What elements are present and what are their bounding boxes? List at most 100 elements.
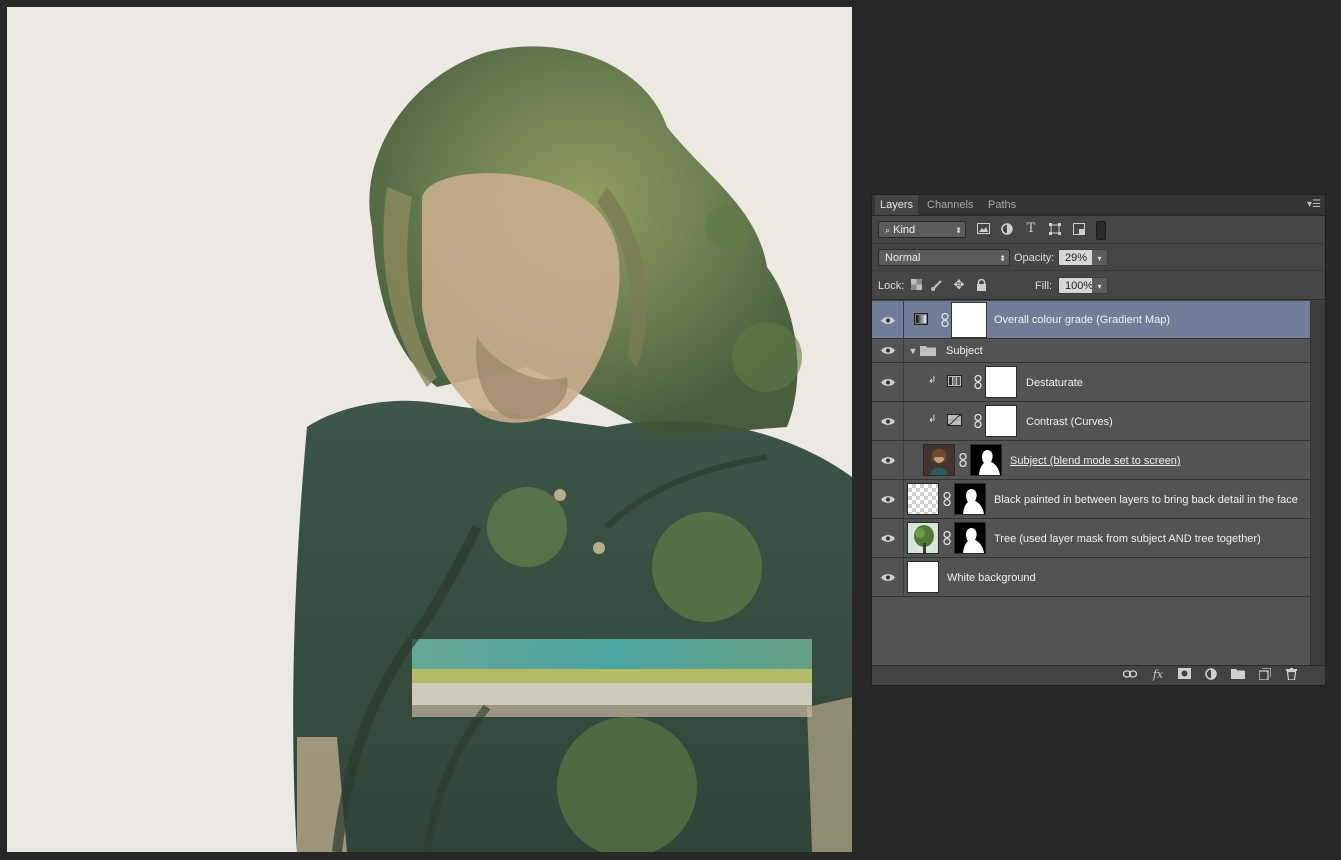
blend-mode-value: Normal: [885, 252, 921, 264]
tab-paths[interactable]: Paths: [983, 195, 1021, 215]
triangle-down-icon[interactable]: ▼: [906, 344, 920, 358]
layer-mask-thumbnail[interactable]: [985, 366, 1017, 398]
chevron-down-icon[interactable]: ▾: [1092, 278, 1107, 293]
layer-destaturate[interactable]: ↲ Destaturate: [872, 363, 1311, 402]
visibility-toggle[interactable]: [872, 441, 904, 479]
lock-transparent-pixels-icon[interactable]: [909, 279, 923, 293]
layer-subject-screen[interactable]: Subject (blend mode set to screen): [872, 441, 1311, 480]
link-layers-icon[interactable]: [1122, 668, 1138, 682]
link-icon[interactable]: [941, 313, 949, 327]
layer-tree[interactable]: Tree (used layer mask from subject AND t…: [872, 519, 1311, 558]
lock-image-pixels-icon[interactable]: [930, 279, 944, 293]
panel-menu-icon[interactable]: ▾☰: [1307, 199, 1321, 210]
layers-scrollbar[interactable]: [1310, 301, 1325, 667]
filter-row: ⌕ Kind ⬍ T: [872, 216, 1325, 244]
layer-white-thumbnail[interactable]: [907, 561, 939, 593]
filter-type-icon[interactable]: T: [1024, 222, 1038, 236]
clipping-arrow-icon: ↲: [928, 375, 937, 386]
new-adjustment-layer-icon[interactable]: [1203, 668, 1219, 682]
filter-adjustment-icon[interactable]: [1000, 223, 1014, 237]
layer-contrast-curves[interactable]: ↲ Contrast (Curves): [872, 402, 1311, 441]
filter-smart-object-icon[interactable]: [1072, 223, 1086, 237]
filter-kind-select[interactable]: ⌕ Kind ⬍: [878, 221, 966, 238]
filter-kind-label: Kind: [893, 224, 916, 236]
visibility-toggle[interactable]: [872, 363, 904, 401]
blend-mode-select[interactable]: Normal ⬍: [878, 249, 1010, 266]
layer-name: Tree (used layer mask from subject AND t…: [994, 533, 1261, 545]
eye-icon: [881, 347, 895, 354]
layer-overall-colour-grade[interactable]: Overall colour grade (Gradient Map): [872, 301, 1311, 339]
layers-panel: Layers Channels Paths ▾☰ ⌕ Kind ⬍ T Norm…: [871, 194, 1326, 686]
lock-label: Lock:: [878, 280, 905, 292]
curves-icon: [947, 414, 962, 428]
layer-mask-thumbnail[interactable]: [951, 302, 987, 338]
folder-icon: [920, 344, 936, 358]
blend-row: Normal ⬍ Opacity: 29% ▾: [872, 244, 1325, 271]
layer-photo-thumbnail[interactable]: [923, 444, 955, 476]
eye-icon: [881, 535, 895, 542]
opacity-field[interactable]: 29% ▾: [1058, 249, 1108, 266]
clipping-arrow-icon: ↲: [928, 414, 937, 425]
visibility-toggle[interactable]: [872, 339, 904, 362]
layer-name: Contrast (Curves): [1026, 416, 1113, 428]
layer-group-subject[interactable]: ▼ Subject: [872, 339, 1311, 363]
eye-icon: [881, 317, 895, 324]
layer-black-painted[interactable]: Black painted in between layers to bring…: [872, 480, 1311, 519]
layer-name: Subject (blend mode set to screen): [1010, 455, 1181, 467]
lock-position-icon[interactable]: ✥: [952, 278, 966, 292]
layer-white-background[interactable]: White background: [872, 558, 1311, 597]
eye-icon: [881, 457, 895, 464]
filter-shape-icon[interactable]: [1048, 223, 1062, 237]
gradient-map-icon: [914, 313, 928, 327]
link-icon[interactable]: [943, 531, 951, 545]
layer-mask-thumbnail[interactable]: [985, 405, 1017, 437]
eye-icon: [881, 418, 895, 425]
layer-mask-thumbnail[interactable]: [954, 483, 986, 515]
layer-name: Subject: [946, 345, 983, 357]
layer-name: White background: [947, 572, 1036, 584]
opacity-label: Opacity:: [1014, 252, 1055, 264]
panel-tab-bar: Layers Channels Paths ▾☰: [872, 195, 1325, 216]
double-exposure-artwork: [293, 46, 852, 852]
layer-mask-thumbnail[interactable]: [970, 444, 1002, 476]
layer-style-fx-icon[interactable]: fx: [1150, 668, 1166, 682]
fill-value: 100%: [1065, 280, 1094, 292]
link-icon[interactable]: [974, 414, 982, 428]
layer-name: Black painted in between layers to bring…: [994, 494, 1298, 506]
layer-transparent-thumbnail[interactable]: [907, 483, 939, 515]
chevron-down-icon[interactable]: ▾: [1092, 250, 1107, 265]
filter-pixel-icon[interactable]: [976, 223, 990, 237]
layers-list: Overall colour grade (Gradient Map) ▼ Su…: [872, 301, 1311, 667]
lock-all-icon[interactable]: [974, 278, 988, 293]
tab-layers[interactable]: Layers: [875, 195, 919, 215]
document-canvas[interactable]: [7, 7, 852, 852]
tab-channels[interactable]: Channels: [922, 195, 978, 215]
visibility-toggle[interactable]: [872, 519, 904, 557]
layer-mask-thumbnail[interactable]: [954, 522, 986, 554]
filter-toggle-switch[interactable]: [1096, 221, 1106, 240]
fill-field[interactable]: 100% ▾: [1058, 277, 1108, 294]
search-icon: ⌕: [885, 225, 891, 235]
add-mask-icon[interactable]: [1176, 668, 1192, 682]
visibility-toggle[interactable]: [872, 480, 904, 518]
visibility-toggle[interactable]: [872, 558, 904, 596]
trash-icon[interactable]: [1283, 668, 1299, 682]
lock-row: Lock: ✥ Fill: 100% ▾: [872, 272, 1325, 300]
link-icon[interactable]: [974, 375, 982, 389]
stepper-arrows-icon: ⬍: [999, 254, 1006, 263]
layer-name: Overall colour grade (Gradient Map): [994, 314, 1171, 326]
link-icon[interactable]: [943, 492, 951, 506]
visibility-toggle[interactable]: [872, 402, 904, 440]
visibility-toggle[interactable]: [872, 301, 904, 338]
new-group-folder-icon[interactable]: [1230, 668, 1246, 682]
hue-saturation-icon: [947, 375, 962, 389]
fill-label: Fill:: [1035, 280, 1053, 292]
link-icon[interactable]: [959, 453, 967, 467]
new-layer-icon[interactable]: [1257, 667, 1273, 682]
layers-bottom-toolbar: fx: [872, 665, 1325, 685]
layer-tree-thumbnail[interactable]: [907, 522, 939, 554]
eye-icon: [881, 574, 895, 581]
layer-name: Destaturate: [1026, 377, 1083, 389]
stepper-arrows-icon: ⬍: [955, 226, 962, 235]
opacity-value: 29%: [1065, 252, 1088, 264]
